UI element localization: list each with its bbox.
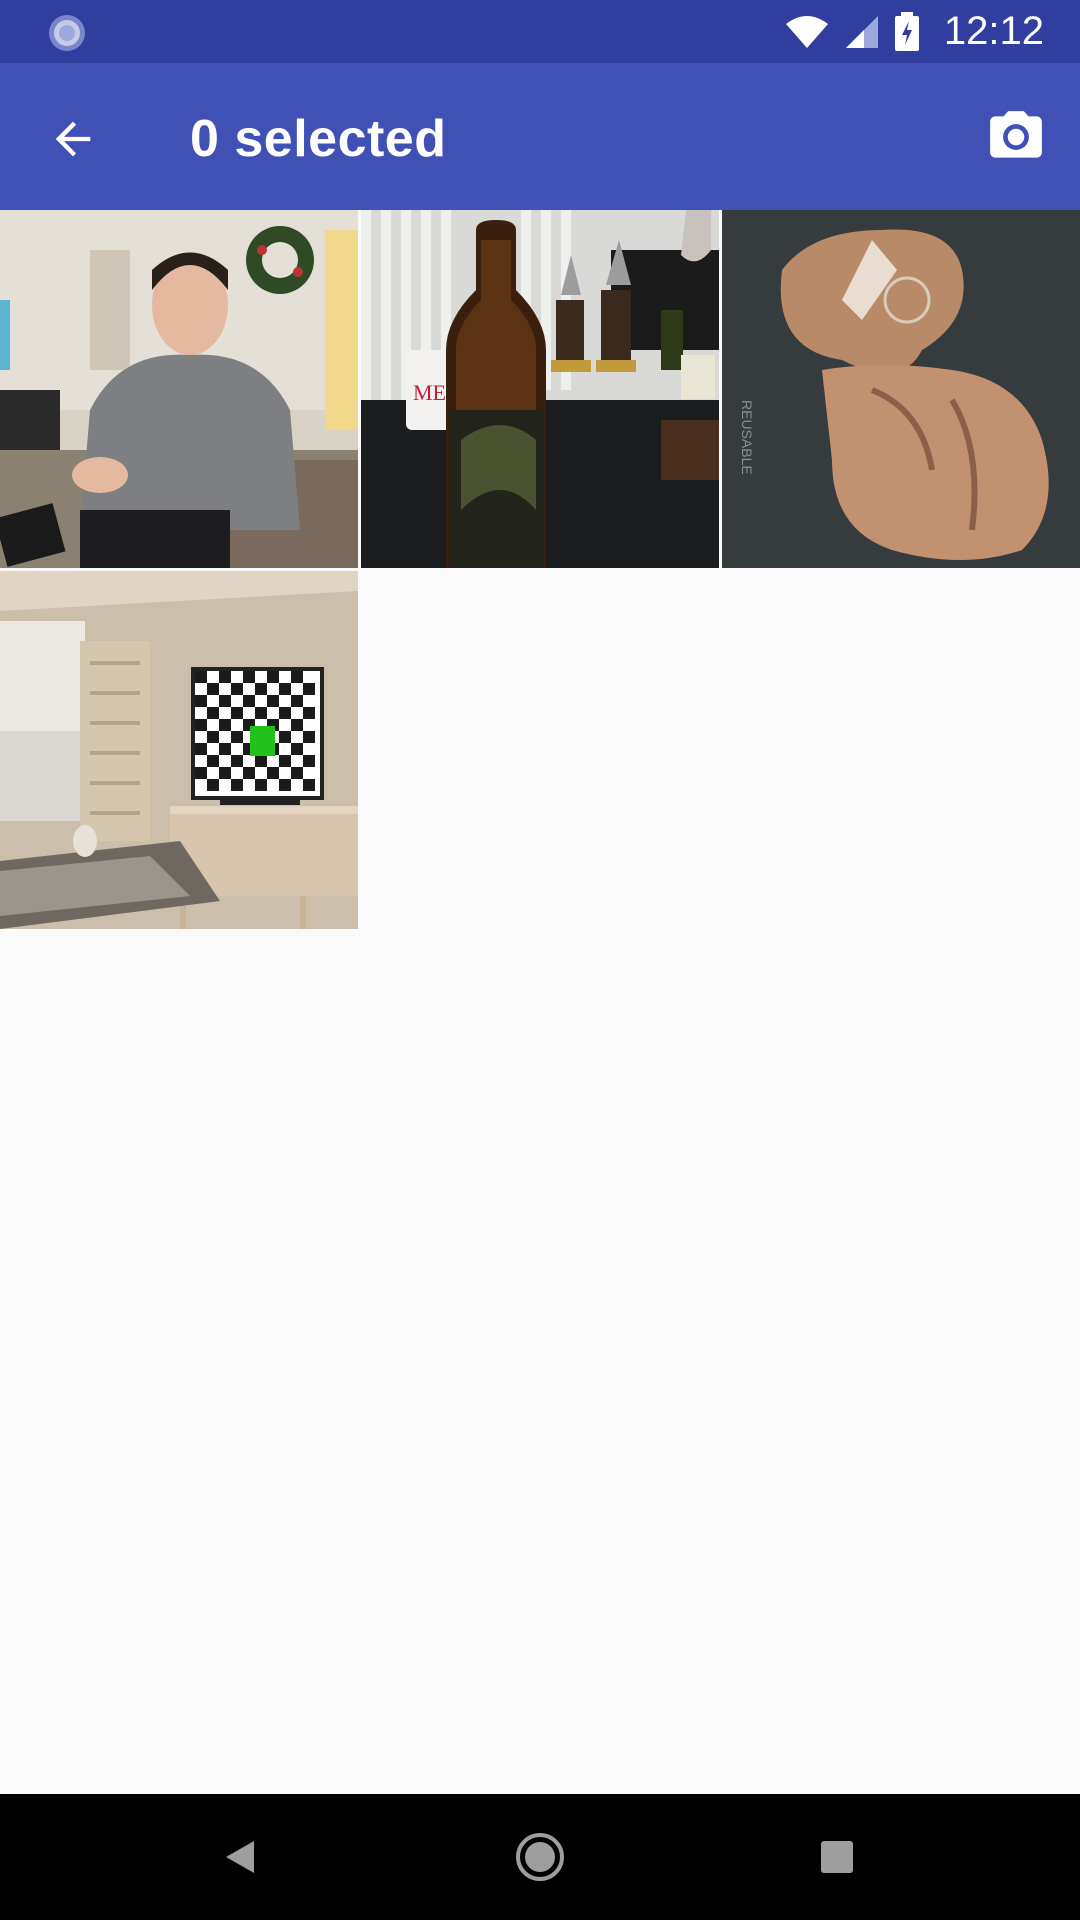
status-time: 12:12 [943, 9, 1044, 53]
arrow-back-icon [55, 121, 91, 157]
photo-pastry-container[interactable]: REUSABLE [722, 210, 1080, 568]
signal-icon [845, 15, 878, 48]
nav-home-button[interactable] [505, 1822, 575, 1892]
wifi-icon [785, 15, 828, 48]
nav-recents-button[interactable] [802, 1822, 872, 1892]
nav-back-icon [226, 1841, 254, 1873]
nav-home-icon [516, 1833, 564, 1881]
camera-icon [990, 111, 1042, 158]
page-title: 0 selected [190, 110, 447, 168]
photo-room-image [0, 571, 358, 929]
nav-back-button[interactable] [205, 1822, 275, 1892]
camera-button[interactable] [978, 99, 1054, 175]
app-bar: 0 selected [0, 63, 1080, 210]
photo-pastry-image: REUSABLE [722, 210, 1080, 568]
nav-recents-icon [821, 1841, 853, 1873]
back-button[interactable] [36, 102, 110, 176]
photo-room-tv-checkerboard[interactable] [0, 571, 358, 929]
navigation-bar [0, 1794, 1080, 1920]
photo-bottle-image: MERRY [361, 210, 719, 568]
photo-person-living-room[interactable] [0, 210, 358, 568]
status-bar: 12:12 [0, 0, 1080, 63]
status-icons: 12:12 [784, 0, 1044, 63]
photo-bottle-table[interactable]: MERRY [361, 210, 719, 568]
battery-charging-icon [894, 11, 919, 51]
photo-person-image [0, 210, 358, 568]
sync-icon [49, 15, 85, 51]
container-text: REUSABLE [739, 400, 755, 475]
